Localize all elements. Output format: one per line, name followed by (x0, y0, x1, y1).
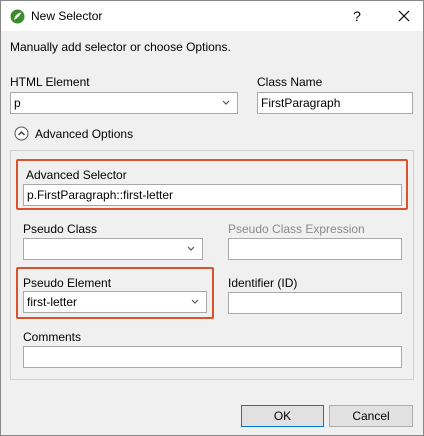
ok-button[interactable]: OK (241, 405, 324, 427)
pseudo-element-value: first-letter (27, 295, 78, 309)
close-button[interactable] (393, 5, 415, 27)
pseudo-class-expression-label: Pseudo Class Expression (228, 222, 365, 236)
app-logo-icon (10, 9, 25, 24)
pseudo-element-label: Pseudo Element (23, 276, 112, 290)
pseudo-class-expression-input[interactable] (228, 238, 402, 260)
title-bar: New Selector ? (1, 1, 423, 31)
pseudo-element-select[interactable]: first-letter (23, 291, 207, 313)
class-name-label: Class Name (257, 75, 323, 89)
advanced-options-toggle[interactable]: Advanced Options (35, 127, 133, 141)
cancel-button[interactable]: Cancel (329, 405, 413, 427)
comments-label: Comments (23, 330, 82, 344)
class-name-input[interactable]: FirstParagraph (257, 92, 413, 114)
chevron-down-icon (222, 100, 230, 105)
html-element-select[interactable]: p (10, 92, 238, 114)
dialog-title: New Selector (31, 9, 103, 23)
identifier-input[interactable] (228, 292, 402, 314)
intro-text: Manually add selector or choose Options. (10, 40, 231, 54)
chevron-down-icon (187, 246, 195, 251)
chevron-down-icon (191, 299, 199, 304)
html-element-value: p (14, 96, 21, 110)
pseudo-class-select[interactable] (23, 238, 203, 260)
advanced-selector-label: Advanced Selector (26, 168, 127, 182)
advanced-selector-input[interactable]: p.FirstParagraph::first-letter (23, 184, 402, 206)
collapse-up-icon[interactable] (14, 126, 29, 141)
pseudo-class-label: Pseudo Class (23, 222, 98, 236)
close-icon (398, 10, 410, 22)
html-element-label: HTML Element (10, 75, 90, 89)
identifier-label: Identifier (ID) (228, 276, 298, 290)
help-button[interactable]: ? (346, 5, 368, 27)
comments-input[interactable] (23, 346, 402, 368)
